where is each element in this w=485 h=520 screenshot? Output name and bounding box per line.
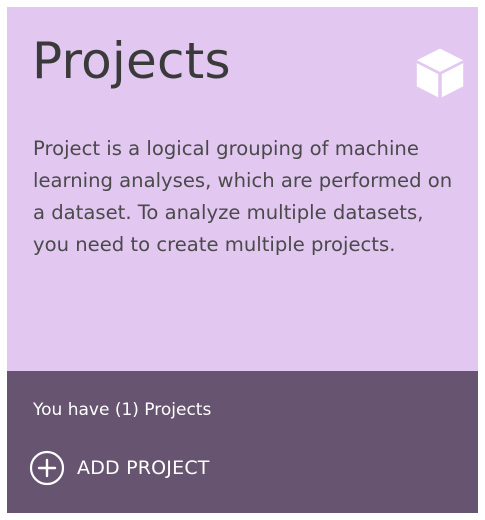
- plus-circle-icon: [29, 450, 65, 486]
- card-footer-section: [7, 371, 478, 513]
- projects-card: Projects Project is a logical grouping o…: [7, 7, 478, 513]
- project-count-text: You have (1) Projects: [33, 400, 212, 420]
- cube-icon: [416, 48, 464, 98]
- add-project-label: ADD PROJECT: [77, 457, 210, 479]
- add-project-button[interactable]: ADD PROJECT: [29, 449, 210, 487]
- card-description: Project is a logical grouping of machine…: [33, 137, 453, 256]
- card-title: Projects: [32, 32, 231, 90]
